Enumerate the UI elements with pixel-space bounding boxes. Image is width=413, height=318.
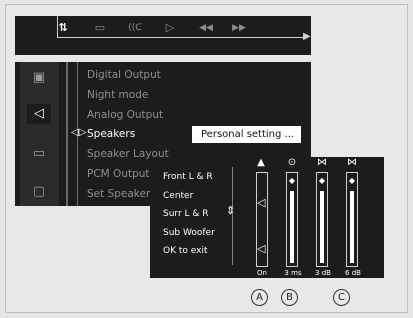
overlay-item-front[interactable]: Front L & R xyxy=(163,172,213,182)
features-category-icon[interactable]: ▢ xyxy=(27,182,51,202)
rewind-icon[interactable]: ◀◀ xyxy=(195,22,217,34)
slider-fill xyxy=(320,191,324,263)
toolbar-arrow-icon: ▶ xyxy=(303,31,311,42)
level-slider[interactable]: ◆ xyxy=(316,172,328,267)
level-icon: ⋈ xyxy=(317,157,327,168)
picture-category-icon[interactable]: ▣ xyxy=(27,68,51,88)
delay-value-label: 3 ms xyxy=(284,269,302,277)
clock-icon: ⊙ xyxy=(287,157,297,168)
play-icon[interactable]: ▷ xyxy=(163,22,177,34)
slider-handle-icon[interactable]: ◆ xyxy=(348,176,356,185)
callout-a: A xyxy=(251,289,268,306)
speaker-setup-overlay: Front L & R Center Surr L & R Sub Woofer… xyxy=(150,157,384,278)
slider-fill xyxy=(290,191,294,263)
top-toolbar: ▶ ⇅ ▭ ((ᑕ ▷ ◀◀ ▶▶ xyxy=(15,16,311,55)
speaker-size-icon: ▲ xyxy=(257,157,265,168)
speakers-setting-value[interactable]: Personal setting ... xyxy=(192,126,301,143)
language-category-icon[interactable]: ▭ xyxy=(27,144,51,164)
speaker-bottom-icon: ◁ xyxy=(257,242,266,255)
overlay-item-center[interactable]: Center xyxy=(163,191,193,201)
menu-item-analog-output[interactable]: Analog Output xyxy=(87,109,163,121)
delay-slider[interactable]: ◆ xyxy=(286,172,298,267)
speaker-top-icon: ◁ xyxy=(257,196,266,209)
slider-handle-icon[interactable]: ◆ xyxy=(318,176,326,185)
overlay-pointer-icon: ⇕ xyxy=(226,204,236,217)
toolbar-underline xyxy=(57,37,306,38)
level-value-label: 3 dB xyxy=(315,269,331,277)
menu-divider xyxy=(66,62,68,206)
level-slider[interactable]: ◆ xyxy=(346,172,358,267)
menu-item-digital-output[interactable]: Digital Output xyxy=(87,69,161,81)
menu-item-pcm-output[interactable]: PCM Output xyxy=(87,168,150,180)
callout-b: B xyxy=(281,289,298,306)
forward-icon[interactable]: ▶▶ xyxy=(228,22,250,34)
menu-item-set-speaker[interactable]: Set Speaker xyxy=(87,188,150,200)
slider-fill xyxy=(350,191,354,263)
subtitle-icon[interactable]: ▭ xyxy=(92,22,108,34)
overlay-item-ok-exit[interactable]: OK to exit xyxy=(163,246,207,256)
slider-handle-icon[interactable]: ◆ xyxy=(288,176,296,185)
menu-item-speakers[interactable]: Speakers xyxy=(87,128,135,140)
menu-item-night-mode[interactable]: Night mode xyxy=(87,89,148,101)
overlay-item-subwoofer[interactable]: Sub Woofer xyxy=(163,228,215,238)
level-value-label: 6 dB xyxy=(345,269,361,277)
speaker-status-label: On xyxy=(257,269,267,277)
audio-setup-icon[interactable]: ⇅ xyxy=(56,22,70,34)
overlay-item-surround[interactable]: Surr L & R xyxy=(163,209,209,219)
category-column: ▣ ◁ ▭ ▢ xyxy=(20,62,59,206)
callout-c: C xyxy=(333,289,350,306)
audio-wave-icon[interactable]: ((ᑕ xyxy=(122,22,148,34)
audio-category-icon[interactable]: ◁ xyxy=(27,104,51,124)
speaker-onoff-column[interactable]: ◁ ◁ xyxy=(256,172,268,267)
selection-pointer-icon: ◁▷ xyxy=(71,127,87,138)
level-icon: ⋈ xyxy=(347,157,357,168)
